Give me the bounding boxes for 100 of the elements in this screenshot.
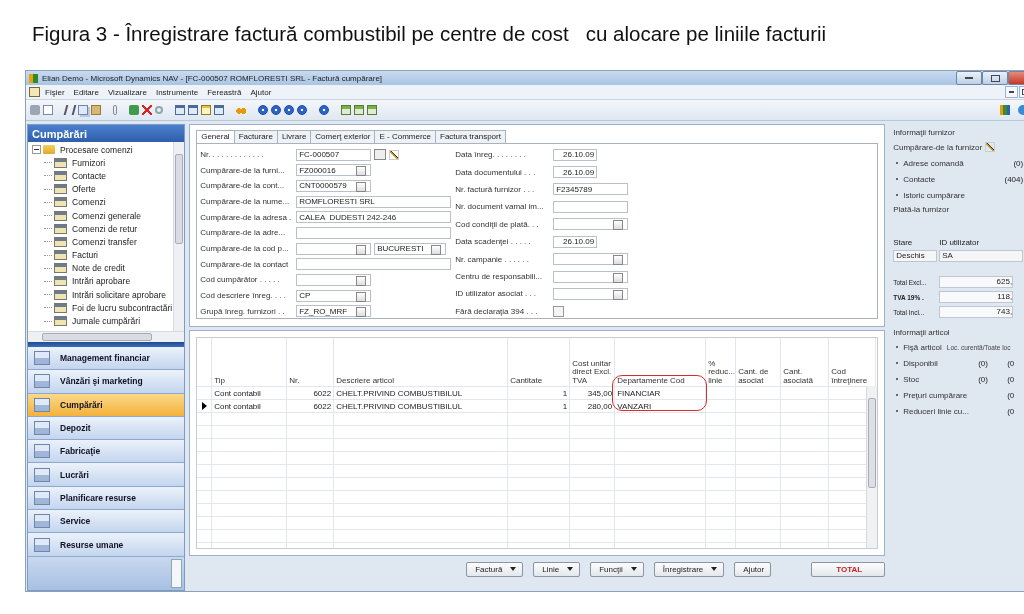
link[interactable]: Fişă articol [903, 342, 942, 352]
lookup-button[interactable] [613, 220, 624, 231]
tab[interactable]: Comerţ exterior [310, 130, 376, 143]
input-field[interactable]: CALEA DUDESTI 242-246 [296, 211, 452, 224]
menu-item[interactable]: Ajutor [250, 87, 272, 97]
column-header[interactable]: % reduc... linie [708, 359, 735, 385]
copy-icon[interactable] [78, 105, 88, 115]
input-field[interactable] [553, 253, 629, 266]
tree-item[interactable]: Intrări aprobare [71, 276, 132, 287]
tree-item[interactable]: Oferte [71, 184, 97, 195]
input-field[interactable] [296, 258, 452, 271]
action-button[interactable]: Linie [533, 561, 581, 577]
lookup-button[interactable] [613, 255, 624, 266]
splitter-handle[interactable] [28, 342, 185, 347]
input-field[interactable]: 26.10.09 [553, 235, 598, 248]
column-header[interactable]: Tip [214, 376, 225, 385]
input-field[interactable] [553, 288, 629, 300]
lookup-button[interactable] [356, 275, 367, 286]
tab[interactable]: Factura transport [435, 130, 506, 143]
lookup-button[interactable] [356, 291, 367, 302]
pencil-icon[interactable] [985, 142, 996, 152]
spin-button[interactable] [171, 558, 183, 588]
checkbox[interactable] [553, 305, 565, 317]
tab[interactable]: E - Commerce [374, 130, 436, 143]
input-field[interactable]: CP [296, 289, 372, 302]
input-field[interactable] [296, 273, 372, 286]
lookup-button[interactable] [613, 290, 624, 300]
tree-item[interactable]: Facturi [71, 250, 99, 261]
paste-icon[interactable] [91, 105, 101, 115]
module-button[interactable]: Fabricaţie [28, 440, 185, 464]
column-header[interactable]: Cantitate [510, 376, 543, 385]
module-button[interactable]: Cumpărări [28, 393, 185, 417]
tree-item[interactable]: Comenzi [71, 197, 107, 208]
input-field[interactable] [296, 242, 372, 255]
tree-item[interactable]: Procesare comenzi [59, 144, 134, 155]
input-field[interactable]: FC-000507 [296, 148, 372, 161]
chart-icon[interactable] [1000, 105, 1010, 115]
scrollbar[interactable] [866, 386, 878, 548]
total-button[interactable]: TOTAL [811, 561, 886, 577]
maximize-button[interactable] [982, 71, 1008, 85]
menu-item[interactable]: Fişier [45, 87, 65, 97]
column-header[interactable]: Cant. asociată [783, 368, 827, 385]
input-field[interactable]: FZ000016 [296, 164, 372, 177]
tree-item[interactable]: Furnizori [71, 157, 107, 168]
tree-item[interactable]: Note de credit [71, 263, 126, 274]
input-field[interactable]: F2345789 [553, 183, 629, 196]
menu-item[interactable]: Vizualizare [107, 87, 147, 97]
tree-item[interactable]: Jurnale cumpărări [71, 316, 142, 327]
menu-item[interactable]: Fereastră [207, 87, 242, 97]
module-button[interactable]: Planificare resurse [28, 486, 185, 511]
input-field[interactable]: ROMFLORESTI SRL [296, 195, 452, 208]
module-button[interactable]: Vânzări şi marketing [28, 370, 185, 394]
input-field[interactable]: 26.10.09 [553, 148, 598, 161]
tab[interactable]: Facturare [233, 130, 278, 143]
search-icon[interactable] [155, 106, 163, 114]
action-button[interactable]: Funcţii [590, 561, 644, 577]
link[interactable]: Adrese comandă [903, 158, 964, 168]
link[interactable]: Stoc [903, 374, 976, 384]
lookup-button[interactable] [356, 166, 367, 177]
page-icon[interactable] [43, 105, 53, 115]
input-field[interactable] [553, 270, 629, 283]
input-field[interactable]: CNT0000579 [296, 180, 372, 192]
lookup-button[interactable] [431, 244, 442, 255]
link[interactable]: Reduceri linie cu... [903, 406, 976, 416]
tree-item[interactable]: Comenzi generale [71, 210, 142, 221]
input-field[interactable]: FZ_RO_MRF [296, 305, 372, 318]
tree-item[interactable]: Comenzi transfer [71, 236, 138, 247]
pencil-icon[interactable] [389, 149, 400, 160]
link[interactable]: Istoric cumpărare [903, 190, 965, 200]
collapse-icon[interactable] [32, 145, 41, 155]
tree-item[interactable]: Comenzi de retur [71, 223, 139, 234]
action-button[interactable]: Înregistrare [653, 561, 725, 577]
module-button[interactable]: Service [28, 510, 185, 534]
column-header[interactable]: Cod întreţinere [831, 368, 874, 385]
tree-item[interactable]: Foi de lucru subcontractări [71, 302, 174, 313]
input-field[interactable] [296, 226, 452, 239]
menu-item[interactable]: Editare [73, 87, 99, 97]
cross-icon[interactable] [142, 105, 152, 115]
link[interactable]: Contacte [903, 174, 936, 184]
column-header[interactable]: Departamente Cod [617, 376, 685, 385]
paperclip-icon[interactable] [113, 105, 117, 115]
tree-item[interactable]: Intrări solicitare aprobare [71, 289, 167, 300]
input-field[interactable]: 26.10.09 [553, 166, 598, 179]
scrollbar[interactable] [173, 142, 185, 332]
lookup-button[interactable] [356, 307, 367, 318]
menu-item[interactable]: Instrumente [155, 87, 199, 97]
action-button[interactable]: Ajutor [734, 561, 772, 577]
minimize-button[interactable] [1005, 86, 1018, 98]
module-button[interactable]: Management financiar [28, 347, 185, 371]
tree-item[interactable]: Contacte [71, 170, 108, 181]
module-button[interactable]: Depozit [28, 416, 185, 441]
column-header[interactable]: Descriere articol [336, 376, 394, 385]
lookup-button[interactable] [356, 244, 367, 255]
minimize-button[interactable] [956, 71, 982, 85]
column-header[interactable]: Cost unitar direct Excl. TVA [572, 359, 613, 385]
tab[interactable]: General [196, 130, 235, 143]
link[interactable]: Disponibil [903, 358, 976, 368]
input-field[interactable] [553, 218, 629, 231]
link[interactable]: Preţuri cumpărare [903, 390, 976, 400]
input-field[interactable] [553, 200, 629, 213]
